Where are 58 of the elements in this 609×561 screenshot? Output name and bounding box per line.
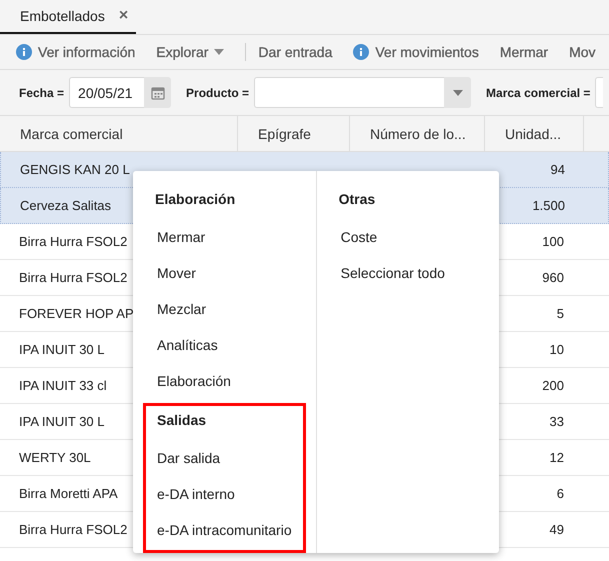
caret-icon xyxy=(214,49,224,55)
table-cell: 33 xyxy=(550,414,564,429)
menu-item[interactable]: Analíticas xyxy=(143,327,306,363)
calendar-button[interactable] xyxy=(144,77,172,108)
date-field[interactable]: 20/05/21 xyxy=(69,77,144,108)
table-cell: 1.500 xyxy=(532,198,565,213)
menu-section-title: Salidas xyxy=(156,411,208,430)
table-cell: IPA INUIT 30 L xyxy=(19,414,105,429)
column-header[interactable]: Epígrafe xyxy=(238,116,350,151)
toolbar-button[interactable]: Ver movimientos xyxy=(353,44,479,60)
caret-icon xyxy=(452,90,463,96)
menu-item[interactable]: e-DA interno xyxy=(146,476,303,512)
table-cell: Birra Moretti APA xyxy=(19,486,118,501)
input-field[interactable] xyxy=(595,77,604,108)
menu-section-title: Elaboración xyxy=(154,190,236,209)
table-cell: WERTY 30L xyxy=(19,450,91,465)
toolbar-button[interactable]: Ver información xyxy=(16,44,136,60)
table-cell: Birra Hurra FSOL2 xyxy=(19,522,128,537)
table-cell: 94 xyxy=(550,162,565,177)
menu-item[interactable]: Mermar xyxy=(143,219,306,255)
column-header[interactable]: Unidad... xyxy=(485,116,584,151)
table-cell: 49 xyxy=(550,522,564,537)
menu-item[interactable]: Mezclar xyxy=(143,291,306,327)
table-cell: 12 xyxy=(550,450,564,465)
table-cell: 200 xyxy=(542,378,564,393)
close-icon[interactable]: × xyxy=(118,7,128,25)
menu-item[interactable]: Mover xyxy=(143,255,306,291)
filter-label: Producto = xyxy=(186,86,250,100)
menu-item[interactable]: Dar salida xyxy=(146,440,303,476)
toolbar-button[interactable]: Mov xyxy=(569,44,596,60)
dropdown-button[interactable] xyxy=(444,77,472,108)
table-cell: Birra Hurra FSOL2 xyxy=(19,270,128,285)
info-icon xyxy=(353,44,370,60)
table-cell: IPA INUIT 30 L xyxy=(19,342,105,357)
toolbar-button[interactable]: Mermar xyxy=(500,44,548,60)
table-cell: IPA INUIT 33 cl xyxy=(19,378,107,393)
filter-label: Fecha = xyxy=(19,86,64,100)
table-cell: FOREVER HOP AP xyxy=(19,306,134,321)
filter-label: Marca comercial = xyxy=(486,86,590,100)
calendar-icon xyxy=(150,86,165,100)
table-cell: Cerveza Salitas xyxy=(20,198,112,213)
menu-item[interactable]: e-DA intracomunitario xyxy=(146,512,303,548)
column-header[interactable]: Número de lo... xyxy=(350,116,485,151)
table-cell: GENGIS KAN 20 L xyxy=(20,162,130,177)
info-icon xyxy=(16,44,32,60)
table-cell: 6 xyxy=(556,486,564,501)
menu-item[interactable]: Elaboración xyxy=(143,363,306,399)
table-cell: 100 xyxy=(542,234,564,249)
table-cell: Birra Hurra FSOL2 xyxy=(19,234,128,249)
toolbar-button[interactable]: Dar entrada xyxy=(258,44,332,60)
table-cell: 960 xyxy=(542,270,564,285)
table-cell: 5 xyxy=(556,306,564,321)
column-header[interactable]: Marca comercial xyxy=(0,116,238,151)
table-cell: 10 xyxy=(550,342,564,357)
menu-item[interactable]: Coste xyxy=(326,219,489,255)
menu-section-title: Otras xyxy=(338,190,376,209)
menu-item[interactable]: Seleccionar todo xyxy=(326,255,489,291)
toolbar-button[interactable]: Explorar xyxy=(156,44,224,60)
